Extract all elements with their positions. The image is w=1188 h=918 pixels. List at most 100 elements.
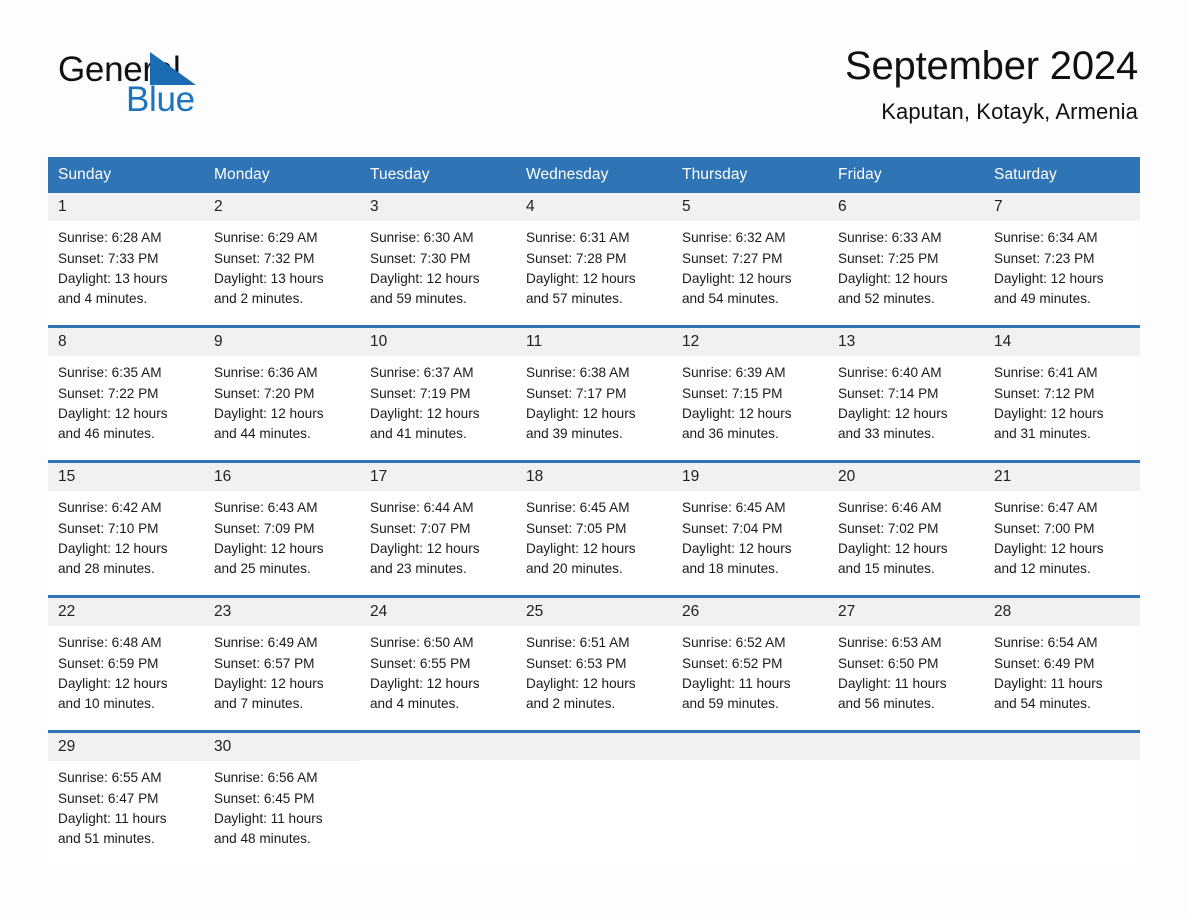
day-cell[interactable]: 2 Sunrise: 6:29 AM Sunset: 7:32 PM Dayli…	[204, 193, 360, 325]
sunset-text: Sunset: 7:05 PM	[526, 520, 627, 536]
daylight-text-line2: and 20 minutes.	[526, 561, 623, 577]
sunrise-text: Sunrise: 6:49 AM	[214, 635, 318, 651]
sunrise-text: Sunrise: 6:52 AM	[682, 635, 786, 651]
day-number	[984, 733, 1140, 760]
day-cell[interactable]: 20 Sunrise: 6:46 AM Sunset: 7:02 PM Dayl…	[828, 463, 984, 595]
sunrise-text: Sunrise: 6:31 AM	[526, 230, 630, 246]
day-cell[interactable]: 17 Sunrise: 6:44 AM Sunset: 7:07 PM Dayl…	[360, 463, 516, 595]
sunrise-text: Sunrise: 6:41 AM	[994, 365, 1098, 381]
daylight-text-line1: Daylight: 11 hours	[682, 675, 791, 691]
day-cell[interactable]: 16 Sunrise: 6:43 AM Sunset: 7:09 PM Dayl…	[204, 463, 360, 595]
day-details: Sunrise: 6:41 AM Sunset: 7:12 PM Dayligh…	[984, 356, 1140, 454]
daylight-text-line1: Daylight: 12 hours	[994, 270, 1104, 286]
day-cell[interactable]: 11 Sunrise: 6:38 AM Sunset: 7:17 PM Dayl…	[516, 328, 672, 460]
day-cell[interactable]: 19 Sunrise: 6:45 AM Sunset: 7:04 PM Dayl…	[672, 463, 828, 595]
day-details: Sunrise: 6:29 AM Sunset: 7:32 PM Dayligh…	[204, 221, 360, 319]
day-cell[interactable]: 25 Sunrise: 6:51 AM Sunset: 6:53 PM Dayl…	[516, 598, 672, 730]
day-cell[interactable]: 15 Sunrise: 6:42 AM Sunset: 7:10 PM Dayl…	[48, 463, 204, 595]
day-number: 5	[672, 193, 828, 222]
day-cell[interactable]: 7 Sunrise: 6:34 AM Sunset: 7:23 PM Dayli…	[984, 193, 1140, 325]
daylight-text-line1: Daylight: 12 hours	[682, 405, 792, 421]
day-cell[interactable]: 30 Sunrise: 6:56 AM Sunset: 6:45 PM Dayl…	[204, 733, 360, 865]
day-cell[interactable]: 27 Sunrise: 6:53 AM Sunset: 6:50 PM Dayl…	[828, 598, 984, 730]
sunset-text: Sunset: 6:47 PM	[58, 790, 159, 806]
daylight-text-line2: and 15 minutes.	[838, 561, 935, 577]
day-cell[interactable]: 4 Sunrise: 6:31 AM Sunset: 7:28 PM Dayli…	[516, 193, 672, 325]
day-details: Sunrise: 6:46 AM Sunset: 7:02 PM Dayligh…	[828, 491, 984, 589]
daylight-text-line2: and 4 minutes.	[370, 696, 460, 712]
day-cell[interactable]: 5 Sunrise: 6:32 AM Sunset: 7:27 PM Dayli…	[672, 193, 828, 325]
day-number: 26	[672, 598, 828, 627]
daylight-text-line1: Daylight: 12 hours	[214, 405, 324, 421]
sunset-text: Sunset: 7:25 PM	[838, 250, 939, 266]
day-number: 24	[360, 598, 516, 627]
daylight-text-line2: and 2 minutes.	[526, 696, 616, 712]
day-cell[interactable]: 3 Sunrise: 6:30 AM Sunset: 7:30 PM Dayli…	[360, 193, 516, 325]
day-cell[interactable]: 21 Sunrise: 6:47 AM Sunset: 7:00 PM Dayl…	[984, 463, 1140, 595]
daylight-text-line2: and 2 minutes.	[214, 291, 304, 307]
day-cell[interactable]: 12 Sunrise: 6:39 AM Sunset: 7:15 PM Dayl…	[672, 328, 828, 460]
daylight-text-line2: and 56 minutes.	[838, 696, 935, 712]
day-details: Sunrise: 6:55 AM Sunset: 6:47 PM Dayligh…	[48, 761, 204, 859]
sunset-text: Sunset: 7:19 PM	[370, 385, 471, 401]
sunrise-text: Sunrise: 6:56 AM	[214, 770, 318, 786]
sunrise-text: Sunrise: 6:45 AM	[682, 500, 786, 516]
day-cell[interactable]: 1 Sunrise: 6:28 AM Sunset: 7:33 PM Dayli…	[48, 193, 204, 325]
daylight-text-line2: and 41 minutes.	[370, 426, 467, 442]
day-cell[interactable]: 9 Sunrise: 6:36 AM Sunset: 7:20 PM Dayli…	[204, 328, 360, 460]
daylight-text-line1: Daylight: 12 hours	[370, 540, 480, 556]
day-cell[interactable]: 8 Sunrise: 6:35 AM Sunset: 7:22 PM Dayli…	[48, 328, 204, 460]
sunrise-text: Sunrise: 6:48 AM	[58, 635, 162, 651]
day-details: Sunrise: 6:34 AM Sunset: 7:23 PM Dayligh…	[984, 221, 1140, 319]
day-cell[interactable]: 24 Sunrise: 6:50 AM Sunset: 6:55 PM Dayl…	[360, 598, 516, 730]
day-cell[interactable]: 10 Sunrise: 6:37 AM Sunset: 7:19 PM Dayl…	[360, 328, 516, 460]
day-details: Sunrise: 6:37 AM Sunset: 7:19 PM Dayligh…	[360, 356, 516, 454]
daylight-text-line2: and 39 minutes.	[526, 426, 623, 442]
sunrise-text: Sunrise: 6:40 AM	[838, 365, 942, 381]
day-cell[interactable]: 6 Sunrise: 6:33 AM Sunset: 7:25 PM Dayli…	[828, 193, 984, 325]
sunrise-text: Sunrise: 6:30 AM	[370, 230, 474, 246]
calendar-week-row: 29 Sunrise: 6:55 AM Sunset: 6:47 PM Dayl…	[48, 730, 1140, 865]
day-number: 13	[828, 328, 984, 357]
day-details: Sunrise: 6:32 AM Sunset: 7:27 PM Dayligh…	[672, 221, 828, 319]
day-details: Sunrise: 6:45 AM Sunset: 7:04 PM Dayligh…	[672, 491, 828, 589]
daylight-text-line1: Daylight: 12 hours	[214, 675, 324, 691]
day-details: Sunrise: 6:39 AM Sunset: 7:15 PM Dayligh…	[672, 356, 828, 454]
day-number: 17	[360, 463, 516, 492]
daylight-text-line1: Daylight: 11 hours	[214, 810, 323, 826]
sunset-text: Sunset: 6:53 PM	[526, 655, 627, 671]
weekday-header-sunday: Sunday	[58, 166, 112, 183]
daylight-text-line2: and 51 minutes.	[58, 831, 155, 847]
daylight-text-line2: and 59 minutes.	[370, 291, 467, 307]
day-number: 11	[516, 328, 672, 357]
day-cell[interactable]: 26 Sunrise: 6:52 AM Sunset: 6:52 PM Dayl…	[672, 598, 828, 730]
daylight-text-line1: Daylight: 13 hours	[58, 270, 168, 286]
day-cell[interactable]: 29 Sunrise: 6:55 AM Sunset: 6:47 PM Dayl…	[48, 733, 204, 865]
day-number: 7	[984, 193, 1140, 222]
daylight-text-line1: Daylight: 12 hours	[838, 405, 948, 421]
day-cell[interactable]: 22 Sunrise: 6:48 AM Sunset: 6:59 PM Dayl…	[48, 598, 204, 730]
daylight-text-line1: Daylight: 12 hours	[994, 540, 1104, 556]
title-block: September 2024 Kaputan, Kotayk, Armenia	[845, 44, 1140, 125]
day-cell[interactable]: 18 Sunrise: 6:45 AM Sunset: 7:05 PM Dayl…	[516, 463, 672, 595]
daylight-text-line2: and 46 minutes.	[58, 426, 155, 442]
weekday-header-thursday: Thursday	[682, 166, 748, 183]
sunrise-text: Sunrise: 6:29 AM	[214, 230, 318, 246]
day-cell[interactable]: 23 Sunrise: 6:49 AM Sunset: 6:57 PM Dayl…	[204, 598, 360, 730]
sunset-text: Sunset: 6:55 PM	[370, 655, 471, 671]
daylight-text-line2: and 44 minutes.	[214, 426, 311, 442]
day-cell[interactable]: 14 Sunrise: 6:41 AM Sunset: 7:12 PM Dayl…	[984, 328, 1140, 460]
daylight-text-line2: and 25 minutes.	[214, 561, 311, 577]
day-cell[interactable]: 28 Sunrise: 6:54 AM Sunset: 6:49 PM Dayl…	[984, 598, 1140, 730]
daylight-text-line1: Daylight: 12 hours	[526, 540, 636, 556]
day-number: 3	[360, 193, 516, 222]
day-number: 22	[48, 598, 204, 627]
day-details: Sunrise: 6:45 AM Sunset: 7:05 PM Dayligh…	[516, 491, 672, 589]
daylight-text-line2: and 10 minutes.	[58, 696, 155, 712]
generalblue-logo[interactable]: General Blue	[48, 44, 278, 117]
day-cell[interactable]: 13 Sunrise: 6:40 AM Sunset: 7:14 PM Dayl…	[828, 328, 984, 460]
day-number: 15	[48, 463, 204, 492]
sunset-text: Sunset: 7:28 PM	[526, 250, 627, 266]
sunrise-text: Sunrise: 6:34 AM	[994, 230, 1098, 246]
sunset-text: Sunset: 7:10 PM	[58, 520, 159, 536]
